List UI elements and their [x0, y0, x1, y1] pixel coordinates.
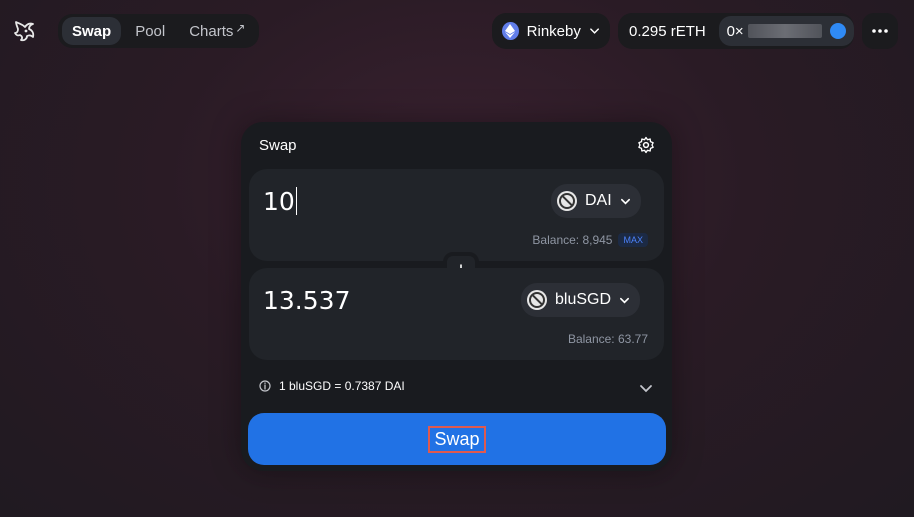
info-icon — [259, 380, 271, 392]
output-amount-field[interactable]: 13.537 — [263, 286, 350, 315]
wallet-avatar-icon — [830, 23, 846, 39]
tab-charts[interactable]: Charts ↗ — [179, 17, 255, 45]
tab-swap[interactable]: Swap — [62, 17, 122, 45]
uniswap-logo-icon[interactable] — [12, 18, 38, 44]
address-redacted — [747, 24, 822, 38]
eth-balance: 0.295 rETH — [629, 22, 706, 40]
tab-swap-label: Swap — [72, 22, 112, 40]
settings-gear-icon[interactable] — [637, 136, 655, 154]
output-balance: Balance: 63.77 — [568, 332, 648, 346]
output-amount-value: 13.537 — [263, 286, 351, 315]
tab-pool-label: Pool — [135, 22, 166, 40]
output-token-panel: 13.537 bluSGD Balance: 63.77 — [249, 268, 664, 360]
expand-details-chevron-icon[interactable] — [639, 381, 653, 395]
swap-button[interactable]: Swap — [248, 413, 666, 465]
exchange-rate[interactable]: 1 bluSGD = 0.7387 DAI — [259, 379, 405, 393]
chevron-down-icon — [620, 198, 630, 205]
text-caret — [295, 187, 297, 215]
input-token-symbol: DAI — [585, 192, 612, 209]
external-link-icon: ↗ — [235, 21, 246, 35]
chevron-down-icon — [620, 297, 630, 304]
main-nav: Swap Pool Charts ↗ — [58, 14, 260, 48]
exchange-rate-text: 1 bluSGD = 0.7387 DAI — [279, 379, 405, 393]
max-button[interactable]: MAX — [618, 233, 648, 247]
tab-pool[interactable]: Pool — [125, 17, 175, 45]
address-prefix: 0× — [726, 22, 744, 40]
input-balance-text: Balance: 8,945 — [532, 233, 613, 247]
token-placeholder-icon — [527, 290, 547, 310]
ethereum-icon — [502, 22, 519, 40]
network-selector[interactable]: Rinkeby — [492, 13, 610, 49]
account-panel: 0.295 rETH 0× — [618, 13, 854, 49]
input-balance: Balance: 8,945 MAX — [532, 233, 648, 247]
input-token-selector[interactable]: DAI — [551, 184, 641, 218]
output-token-selector[interactable]: bluSGD — [521, 283, 641, 317]
input-amount-value: 10 — [263, 187, 295, 216]
output-token-symbol: bluSGD — [555, 291, 612, 308]
wallet-address-button[interactable]: 0× — [718, 16, 854, 46]
chevron-down-icon — [589, 28, 599, 34]
swap-card-title: Swap — [259, 137, 297, 154]
more-options-button[interactable] — [862, 13, 898, 49]
swap-card: Swap 10 DAI Balance: 8,945 MAX 13.537 bl… — [241, 122, 672, 471]
token-placeholder-icon — [557, 191, 577, 211]
output-balance-text: Balance: 63.77 — [567, 332, 648, 346]
tab-charts-label: Charts — [189, 22, 234, 40]
swap-button-label: Swap — [428, 425, 486, 453]
ellipsis-icon — [872, 29, 888, 33]
input-token-panel: 10 DAI Balance: 8,945 MAX — [249, 169, 664, 261]
input-amount-field[interactable]: 10 — [263, 187, 297, 216]
network-label: Rinkeby — [526, 22, 581, 40]
